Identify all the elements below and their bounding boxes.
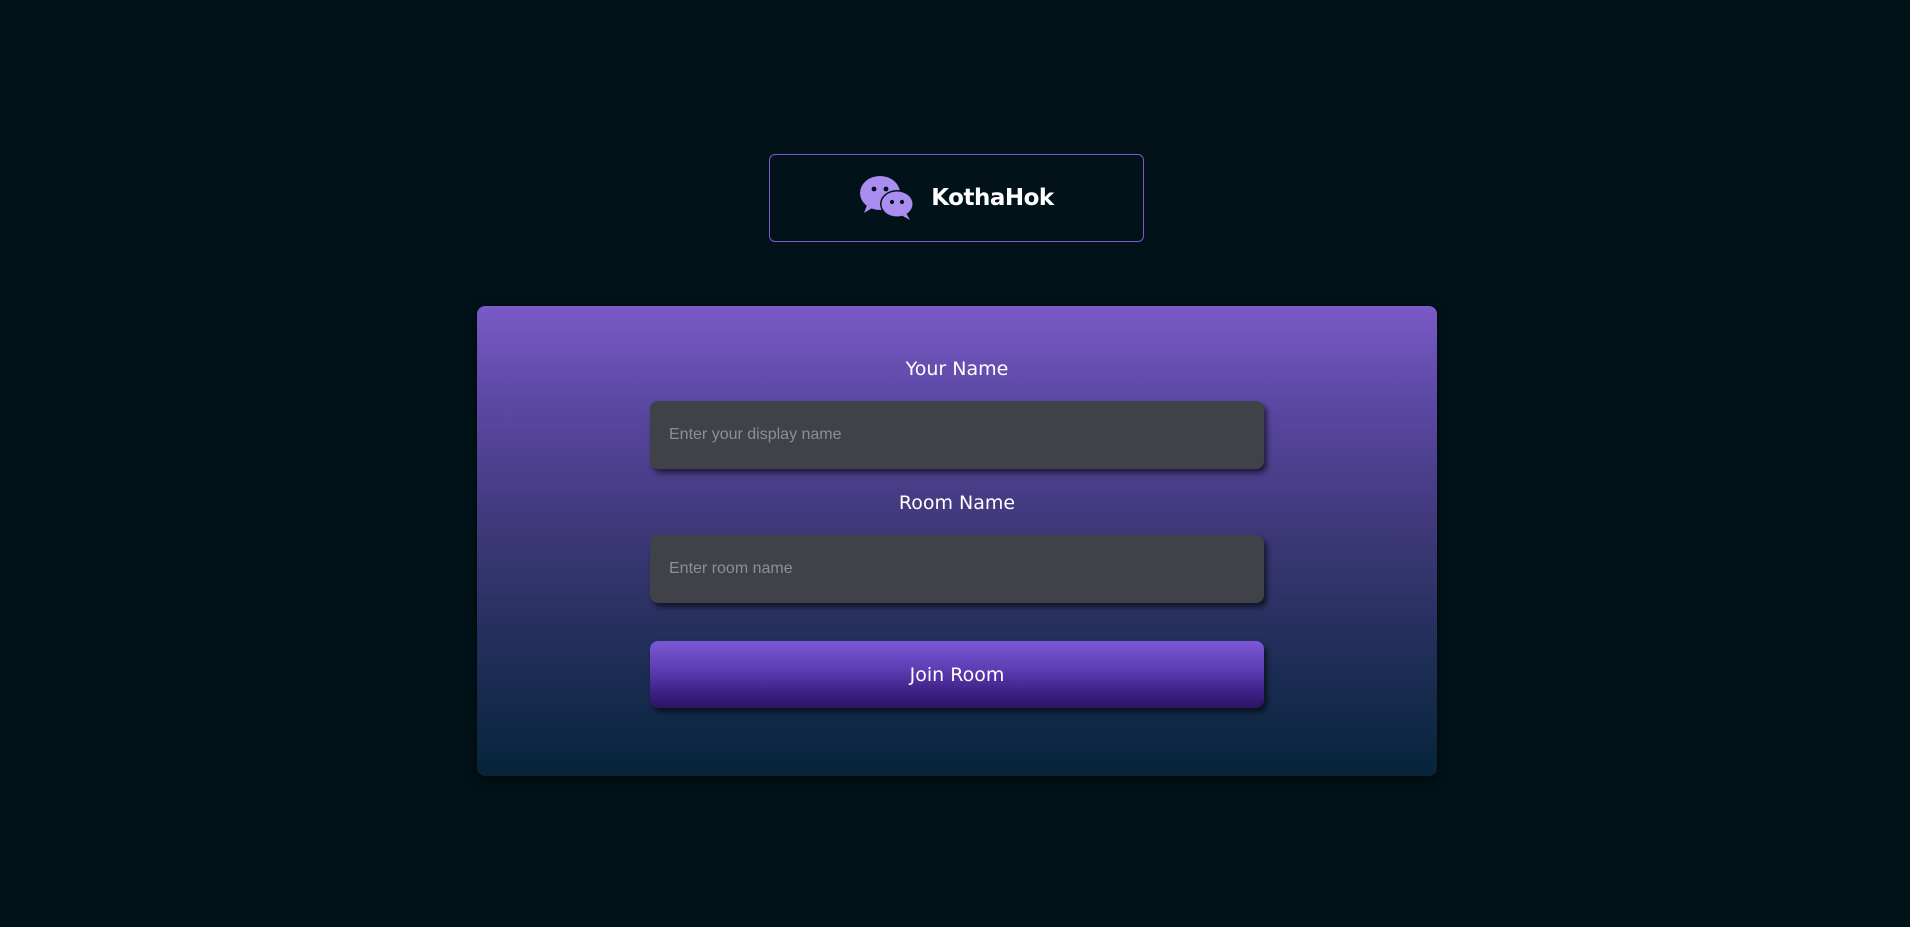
room-name-label: Room Name [898,492,1016,514]
join-room-button[interactable]: Join Room [650,641,1264,708]
join-page: KothaHok Your Name Room Name Join Room [0,0,1910,927]
join-form-card: Your Name Room Name Join Room [477,306,1437,776]
brand-header: KothaHok [769,154,1144,242]
your-name-label: Your Name [905,358,1009,380]
brand-name: KothaHok [931,185,1054,211]
display-name-input[interactable] [650,401,1264,469]
chat-bubbles-icon [860,176,915,220]
room-name-input[interactable] [650,535,1264,603]
